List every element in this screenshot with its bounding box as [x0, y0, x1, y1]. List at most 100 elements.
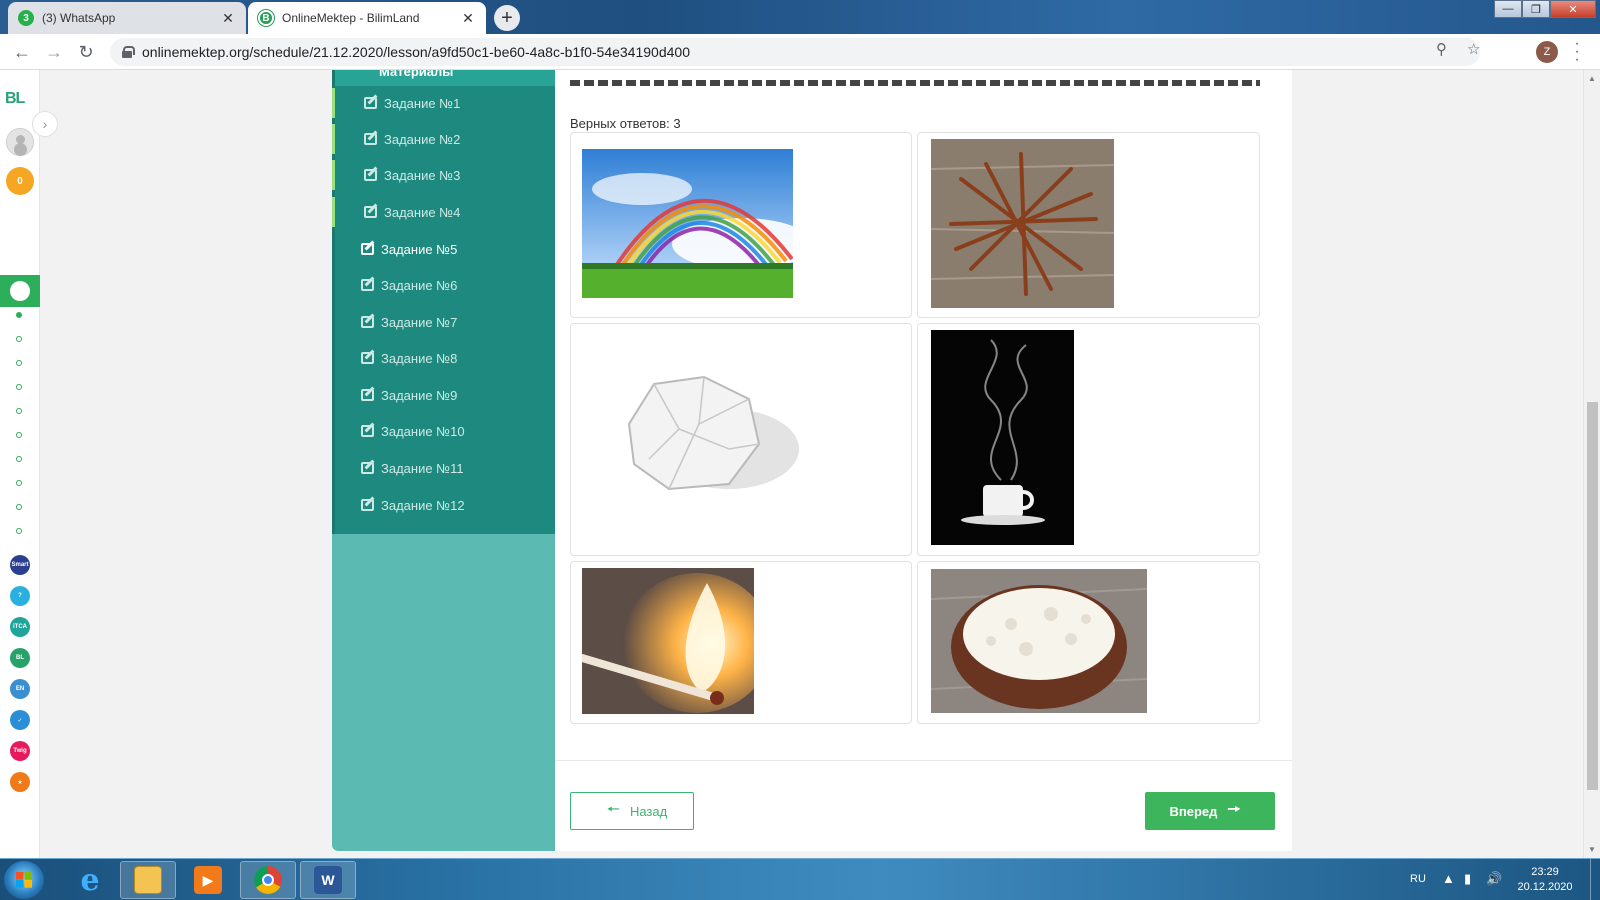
edit-icon — [361, 499, 374, 511]
edit-icon — [364, 206, 377, 218]
rail-app-icon-3[interactable]: iTCA — [10, 617, 30, 637]
forward-button[interactable]: Вперед 🠖 — [1145, 792, 1275, 830]
answer-option-cup[interactable] — [917, 323, 1260, 556]
task-label: Задание №7 — [381, 314, 458, 330]
back-arrow-icon[interactable]: ← — [10, 40, 34, 64]
forward-arrow-icon[interactable]: → — [42, 40, 66, 64]
correct-answers-count: Верных ответов: 3 — [570, 116, 681, 131]
rail-dot[interactable] — [16, 360, 22, 366]
sidebar-task-10[interactable]: Задание №10 — [335, 416, 555, 446]
sidebar-task-12[interactable]: Задание №12 — [335, 490, 555, 520]
steaming-cup-image — [931, 330, 1074, 545]
sidebar-task-11[interactable]: Задание №11 — [335, 453, 555, 483]
rail-app-icon-5[interactable]: EN — [10, 679, 30, 699]
rail-dot[interactable] — [16, 408, 22, 414]
scrollbar-thumb[interactable] — [1587, 402, 1598, 790]
edit-icon — [361, 279, 374, 291]
taskbar-explorer[interactable] — [120, 861, 176, 899]
user-avatar-icon[interactable] — [6, 128, 34, 156]
tray-expand-icon[interactable]: ▲ — [1442, 871, 1455, 886]
edit-icon — [361, 389, 374, 401]
bookmark-star-icon[interactable]: ☆ — [1467, 40, 1480, 58]
answer-option-paper[interactable] — [570, 323, 912, 556]
bilimland-icon: B — [258, 10, 274, 26]
close-tab-icon[interactable]: ✕ — [460, 10, 476, 27]
zoom-icon[interactable]: ⚲ — [1436, 40, 1447, 58]
rail-dot[interactable] — [16, 312, 22, 318]
tab-whatsapp[interactable]: 3 (3) WhatsApp ✕ — [8, 2, 246, 34]
arrow-left-icon: 🠔 — [606, 800, 620, 818]
sidebar-task-5[interactable]: Задание №5 — [335, 234, 555, 264]
chevron-right-icon[interactable]: › — [32, 111, 58, 137]
rail-dot[interactable] — [16, 384, 22, 390]
rail-app-icon-1[interactable]: Smart — [10, 555, 30, 575]
close-tab-icon[interactable]: ✕ — [220, 10, 236, 27]
coin-badge[interactable]: 0 — [6, 167, 34, 195]
answer-option-rainbow[interactable] — [570, 132, 912, 318]
rail-dot[interactable] — [16, 504, 22, 510]
answer-option-cheese[interactable] — [917, 561, 1260, 724]
taskbar-internet-explorer[interactable]: e — [62, 861, 118, 899]
rail-app-icon-4[interactable]: BL — [10, 648, 30, 668]
start-button[interactable] — [4, 861, 44, 899]
address-bar[interactable]: onlinemektep.org/schedule/21.12.2020/les… — [110, 38, 1480, 66]
sidebar-task-6[interactable]: Задание №6 — [335, 270, 555, 300]
menu-header[interactable]: Материалы — [335, 70, 555, 86]
rail-app-icon-7[interactable]: Twig — [10, 741, 30, 761]
close-window-button[interactable]: ✕ — [1550, 0, 1596, 18]
minimize-button[interactable]: — — [1494, 0, 1522, 18]
rail-dot[interactable] — [16, 336, 22, 342]
cottage-cheese-image — [931, 569, 1147, 713]
new-tab-button[interactable]: + — [494, 5, 520, 31]
rail-dot[interactable] — [16, 432, 22, 438]
lock-icon — [122, 46, 135, 58]
volume-icon[interactable]: 🔊 — [1486, 871, 1502, 887]
rail-dot[interactable] — [16, 480, 22, 486]
sidebar-task-9[interactable]: Задание №9 — [335, 380, 555, 410]
sidebar-task-2[interactable]: Задание №2 — [332, 124, 552, 154]
edit-icon — [364, 97, 377, 109]
reload-icon[interactable]: ↻ — [74, 40, 98, 64]
answer-option-nails[interactable] — [917, 132, 1260, 318]
scroll-down-icon[interactable]: ▼ — [1588, 845, 1596, 854]
sidebar-task-3[interactable]: Задание №3 — [332, 160, 552, 190]
bilimland-logo[interactable]: BL — [5, 90, 25, 108]
page-scrollbar[interactable]: ▲ ▼ — [1583, 70, 1600, 858]
folder-icon — [134, 866, 162, 894]
taskbar-chrome[interactable] — [240, 861, 296, 899]
rail-item-onlinemektep[interactable] — [0, 275, 40, 307]
rail-dot[interactable] — [16, 528, 22, 534]
taskbar-word[interactable]: W — [300, 861, 356, 899]
edit-icon — [361, 462, 374, 474]
edit-icon — [361, 425, 374, 437]
profile-avatar[interactable]: Z — [1536, 41, 1558, 63]
tab-onlinemektep[interactable]: B OnlineMektep - BilimLand ✕ — [248, 2, 486, 34]
internet-explorer-icon: e — [80, 862, 100, 898]
task-label: Задание №12 — [381, 497, 465, 513]
rail-app-icon-6[interactable]: ✓ — [10, 710, 30, 730]
taskbar-media-player[interactable]: ▶ — [180, 861, 236, 899]
network-icon[interactable]: ▮ — [1464, 871, 1471, 887]
sidebar-task-4[interactable]: Задание №4 — [332, 197, 552, 227]
sidebar-task-1[interactable]: Задание №1 — [332, 88, 552, 118]
back-button-label: Назад — [629, 803, 668, 819]
answer-option-match[interactable] — [570, 561, 912, 724]
rail-dot[interactable] — [16, 456, 22, 462]
rainbow-image — [582, 149, 793, 298]
language-indicator[interactable]: RU — [1410, 873, 1426, 885]
edit-icon — [364, 133, 377, 145]
word-icon: W — [314, 866, 342, 894]
sidebar-task-8[interactable]: Задание №8 — [335, 343, 555, 373]
rail-app-icon-2[interactable]: ? — [10, 586, 30, 606]
scroll-up-icon[interactable]: ▲ — [1588, 74, 1596, 83]
rail-app-icon-8[interactable]: ★ — [10, 772, 30, 792]
maximize-button[interactable]: ❐ — [1522, 0, 1550, 18]
clock[interactable]: 23:29 20.12.2020 — [1510, 865, 1580, 895]
tab-title: (3) WhatsApp — [42, 11, 116, 25]
sidebar-task-7[interactable]: Задание №7 — [335, 307, 555, 337]
kebab-menu-icon[interactable]: · · · — [1572, 36, 1582, 68]
back-button[interactable]: 🠔 Назад — [570, 792, 694, 830]
forward-button-label: Вперед — [1169, 803, 1218, 819]
show-desktop-button[interactable] — [1590, 859, 1600, 900]
task-label: Задание №6 — [381, 277, 458, 293]
